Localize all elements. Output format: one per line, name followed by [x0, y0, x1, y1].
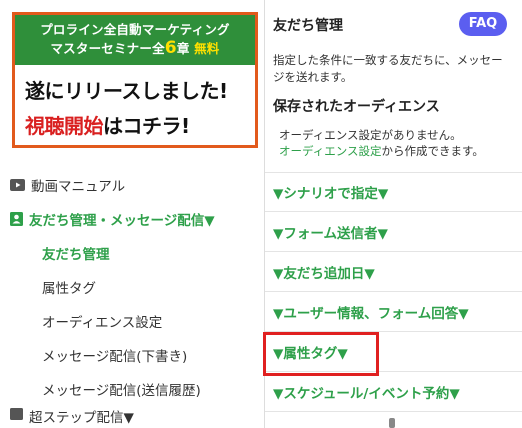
sidebar-group-step-delivery[interactable]: 超ステップ配信▼	[0, 406, 264, 426]
filter-scenario[interactable]: ▼シナリオで指定▼	[265, 172, 522, 212]
page-title: 友だち管理	[273, 18, 343, 34]
filter-friend-added-date[interactable]: ▼友だち追加日▼	[265, 252, 522, 292]
contact-card-icon	[10, 212, 23, 226]
saved-audiences-heading: 保存されたオーディエンス	[273, 99, 440, 115]
sidebar-group-friends-messages[interactable]: 友だち管理・メッセージ配信▼	[0, 202, 264, 236]
seminar-banner[interactable]: プロライン全自動マーケティング マスターセミナー全6章 無料 遂にリリースしまし…	[12, 12, 258, 148]
banner-cta-black: はコチラ!	[103, 114, 190, 138]
banner-release-text: 遂にリリースしました!	[25, 79, 228, 103]
sidebar-item-message-history[interactable]: メッセージ配信(送信履歴)	[0, 372, 264, 406]
banner-top-line2: マスターセミナー全6章 無料	[15, 39, 255, 58]
banner-top-line2-suffix: 章	[176, 41, 190, 56]
page-description: 指定した条件に一致する友だちに、メッセージを送れます。	[273, 53, 503, 84]
sidebar: プロライン全自動マーケティング マスターセミナー全6章 無料 遂にリリースしまし…	[0, 0, 264, 428]
empty-message-line: オーディエンス設定がありません。	[279, 128, 462, 142]
banner-header: プロライン全自動マーケティング マスターセミナー全6章 無料	[15, 15, 255, 65]
banner-free-label: 無料	[194, 41, 220, 56]
faq-button[interactable]: FAQ	[459, 12, 507, 36]
banner-cta-red: 視聴開始	[25, 114, 104, 138]
sidebar-group-label: 超ステップ配信▼	[29, 410, 134, 426]
filter-schedule-event[interactable]: ▼スケジュール/イベント予約▼	[265, 372, 522, 412]
audience-settings-link[interactable]: オーディエンス設定	[279, 144, 381, 158]
sidebar-item-friends[interactable]: 友だち管理	[0, 236, 264, 270]
sidebar-nav: 動画マニュアル 友だち管理・メッセージ配信▼ 友だち管理 属性タグ オーディエン…	[0, 168, 264, 426]
scrollbar-thumb[interactable]	[389, 418, 395, 428]
step-delivery-icon	[10, 406, 23, 420]
banner-top-line2-prefix: マスターセミナー全	[50, 41, 165, 56]
saved-audiences-empty-message: オーディエンス設定がありません。 オーディエンス設定から作成できます。	[279, 127, 515, 159]
banner-cta-text: 視聴開始はコチラ!	[25, 110, 190, 139]
attribute-tag-highlight-box	[263, 332, 379, 376]
sidebar-item-attribute-tags[interactable]: 属性タグ	[0, 270, 264, 304]
sidebar-item-video-manual[interactable]: 動画マニュアル	[0, 168, 264, 202]
sidebar-item-audience-settings[interactable]: オーディエンス設定	[0, 304, 264, 338]
filter-accordion-list: ▼シナリオで指定▼ ▼フォーム送信者▼ ▼友だち追加日▼ ▼ユーザー情報、フォー…	[265, 172, 522, 412]
video-play-icon	[10, 179, 25, 191]
banner-top-line1: プロライン全自動マーケティング	[40, 22, 230, 37]
filter-form-submitters[interactable]: ▼フォーム送信者▼	[265, 212, 522, 252]
empty-message-link-line: オーディエンス設定から作成できます。	[279, 143, 515, 159]
sidebar-group-label: 友だち管理・メッセージ配信▼	[29, 213, 215, 229]
banner-chapter-count: 6	[164, 38, 177, 58]
banner-body: 遂にリリースしました! 視聴開始はコチラ!	[15, 65, 255, 145]
empty-message-suffix: から作成できます。	[381, 144, 484, 158]
filter-user-info-form-answers[interactable]: ▼ユーザー情報、フォーム回答▼	[265, 292, 522, 332]
sidebar-item-label: 動画マニュアル	[31, 179, 126, 195]
sidebar-item-message-drafts[interactable]: メッセージ配信(下書き)	[0, 338, 264, 372]
